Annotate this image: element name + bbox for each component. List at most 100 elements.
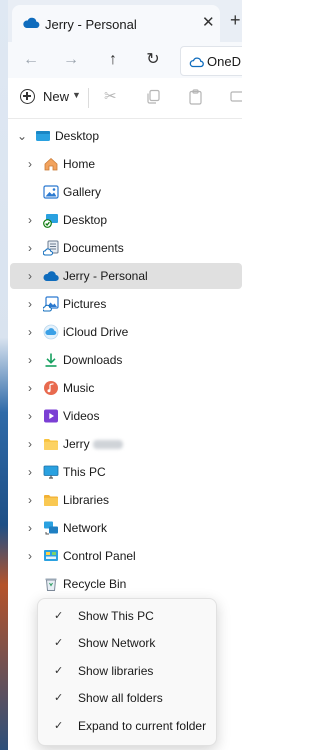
tree-item-label: This PC [63,465,106,479]
tree-item-label: Libraries [63,493,110,507]
menu-item-label: Show This PC [78,609,154,623]
menu-item-show-this-pc[interactable]: ✓ Show This PC [42,603,212,630]
menu-item-show-all-folders[interactable]: ✓ Show all folders [42,685,212,712]
desktop-background-strip [0,0,8,750]
tree-item-label: Desktop [63,213,108,227]
menu-item-label: Expand to current folder [78,719,207,733]
chevron-right-icon[interactable]: › [24,520,36,536]
icloud-icon [43,324,59,340]
menu-item-expand-to-current-folder[interactable]: ✓ Expand to current folder [42,713,212,740]
chevron-right-icon[interactable]: › [24,268,36,284]
tree-item-home[interactable]: › Home [10,151,242,177]
command-bar: New ▼ ✂ [8,78,242,119]
network-icon [43,520,59,536]
chevron-down-icon[interactable]: ⌄ [16,128,28,144]
menu-item-label: Show all folders [78,691,163,705]
chevron-right-icon[interactable]: › [24,352,36,368]
tree-item-this-pc[interactable]: › This PC [10,459,242,485]
menu-item-show-libraries[interactable]: ✓ Show libraries [42,658,212,685]
chevron-right-icon[interactable]: › [24,212,36,228]
this-pc-icon [43,464,59,480]
tree-item-control-panel[interactable]: › Control Panel [10,543,242,569]
tree-item-pictures[interactable]: › Pictures [10,291,242,317]
redacted-text [92,440,123,450]
gallery-icon [43,184,59,200]
documents-cloud-icon [42,240,59,256]
command-separator [88,88,89,108]
plus-circle-icon [20,89,35,104]
chevron-right-icon[interactable]: › [24,436,36,452]
file-explorer-window: Jerry - Personal ✕ + ← → ↑ ↻ OneD New ▼ … [8,0,242,750]
tree-item-documents[interactable]: › Documents [10,235,242,261]
tree-item-recycle-bin[interactable]: Recycle Bin [10,571,242,597]
tree-item-label: Home [63,157,96,171]
rename-icon[interactable] [230,89,242,108]
navigation-pane-context-menu: ✓ Show This PC ✓ Show Network ✓ Show lib… [37,598,217,746]
checkmark-icon: ✓ [54,637,64,649]
music-icon [43,380,59,396]
chevron-right-icon[interactable]: › [24,156,36,172]
pictures-icon [42,296,59,312]
chevron-right-icon[interactable]: › [24,240,36,256]
tree-item-videos[interactable]: › Videos [10,403,242,429]
chevron-right-icon[interactable]: › [24,296,36,312]
refresh-icon[interactable]: ↻ [142,49,164,71]
forward-arrow-icon[interactable]: → [60,49,82,71]
chevron-right-icon[interactable]: › [24,464,36,480]
navigation-bar: ← → ↑ ↻ OneD [8,42,242,78]
tree-item-music[interactable]: › Music [10,375,242,401]
onedrive-cloud-icon [43,268,59,284]
desktop-folder-icon [35,128,51,144]
address-text: OneD [207,54,241,69]
checkmark-icon: ✓ [54,665,64,677]
chevron-down-icon: ▼ [72,90,81,100]
tree-item-label: Downloads [63,353,123,367]
chevron-right-icon[interactable]: › [24,324,36,340]
tab-bar: Jerry - Personal ✕ + [8,0,242,42]
chevron-right-icon[interactable]: › [24,408,36,424]
home-icon [43,156,59,172]
copy-icon[interactable] [146,89,161,108]
close-tab-icon[interactable]: ✕ [202,14,215,32]
tree-item-downloads[interactable]: › Downloads [10,347,242,373]
tab-title: Jerry - Personal [45,17,137,32]
onedrive-outline-icon [189,55,204,73]
tree-item-icloud-drive[interactable]: › iCloud Drive [10,319,242,345]
tree-item-desktop[interactable]: › Desktop [10,207,242,233]
tree-item-label: Gallery [63,185,102,199]
tree-item-label: Music [63,381,95,395]
chevron-right-icon[interactable]: › [24,548,36,564]
menu-item-label: Show Network [78,636,156,650]
recycle-bin-icon [43,576,59,592]
new-tab-icon[interactable]: + [230,10,241,30]
checkmark-icon: ✓ [54,610,64,622]
chevron-right-icon[interactable]: › [24,380,36,396]
tree-item-label: Pictures [63,297,107,311]
up-arrow-icon[interactable]: ↑ [102,49,124,71]
address-bar[interactable]: OneD [180,46,242,76]
control-panel-icon [43,548,59,564]
menu-item-show-network[interactable]: ✓ Show Network [42,630,212,657]
chevron-right-icon[interactable]: › [24,492,36,508]
tree-item-desktop-root[interactable]: ⌄ Desktop [10,123,242,149]
tab-jerry-personal[interactable]: Jerry - Personal ✕ [12,5,220,42]
desktop-synced-icon [43,212,59,228]
tree-item-label: iCloud Drive [63,325,129,339]
tree-item-label: Documents [63,241,124,255]
tree-item-network[interactable]: › Network [10,515,242,541]
user-folder-icon [43,436,59,452]
tree-item-jerry-personal[interactable]: › Jerry - Personal [10,263,242,289]
tree-item-label: Desktop [55,129,100,143]
tree-item-label: Network [63,521,108,535]
onedrive-cloud-icon [22,16,40,35]
menu-item-label: Show libraries [78,664,154,678]
paste-icon[interactable] [188,89,203,109]
videos-icon [43,408,59,424]
tree-item-libraries[interactable]: › Libraries [10,487,242,513]
tree-item-gallery[interactable]: Gallery [10,179,242,205]
back-arrow-icon[interactable]: ← [20,49,42,71]
libraries-icon [43,492,59,508]
tree-item-jerry[interactable]: › Jerry [10,431,242,457]
cut-icon[interactable]: ✂ [104,89,117,105]
tree-item-label: Videos [63,409,100,423]
